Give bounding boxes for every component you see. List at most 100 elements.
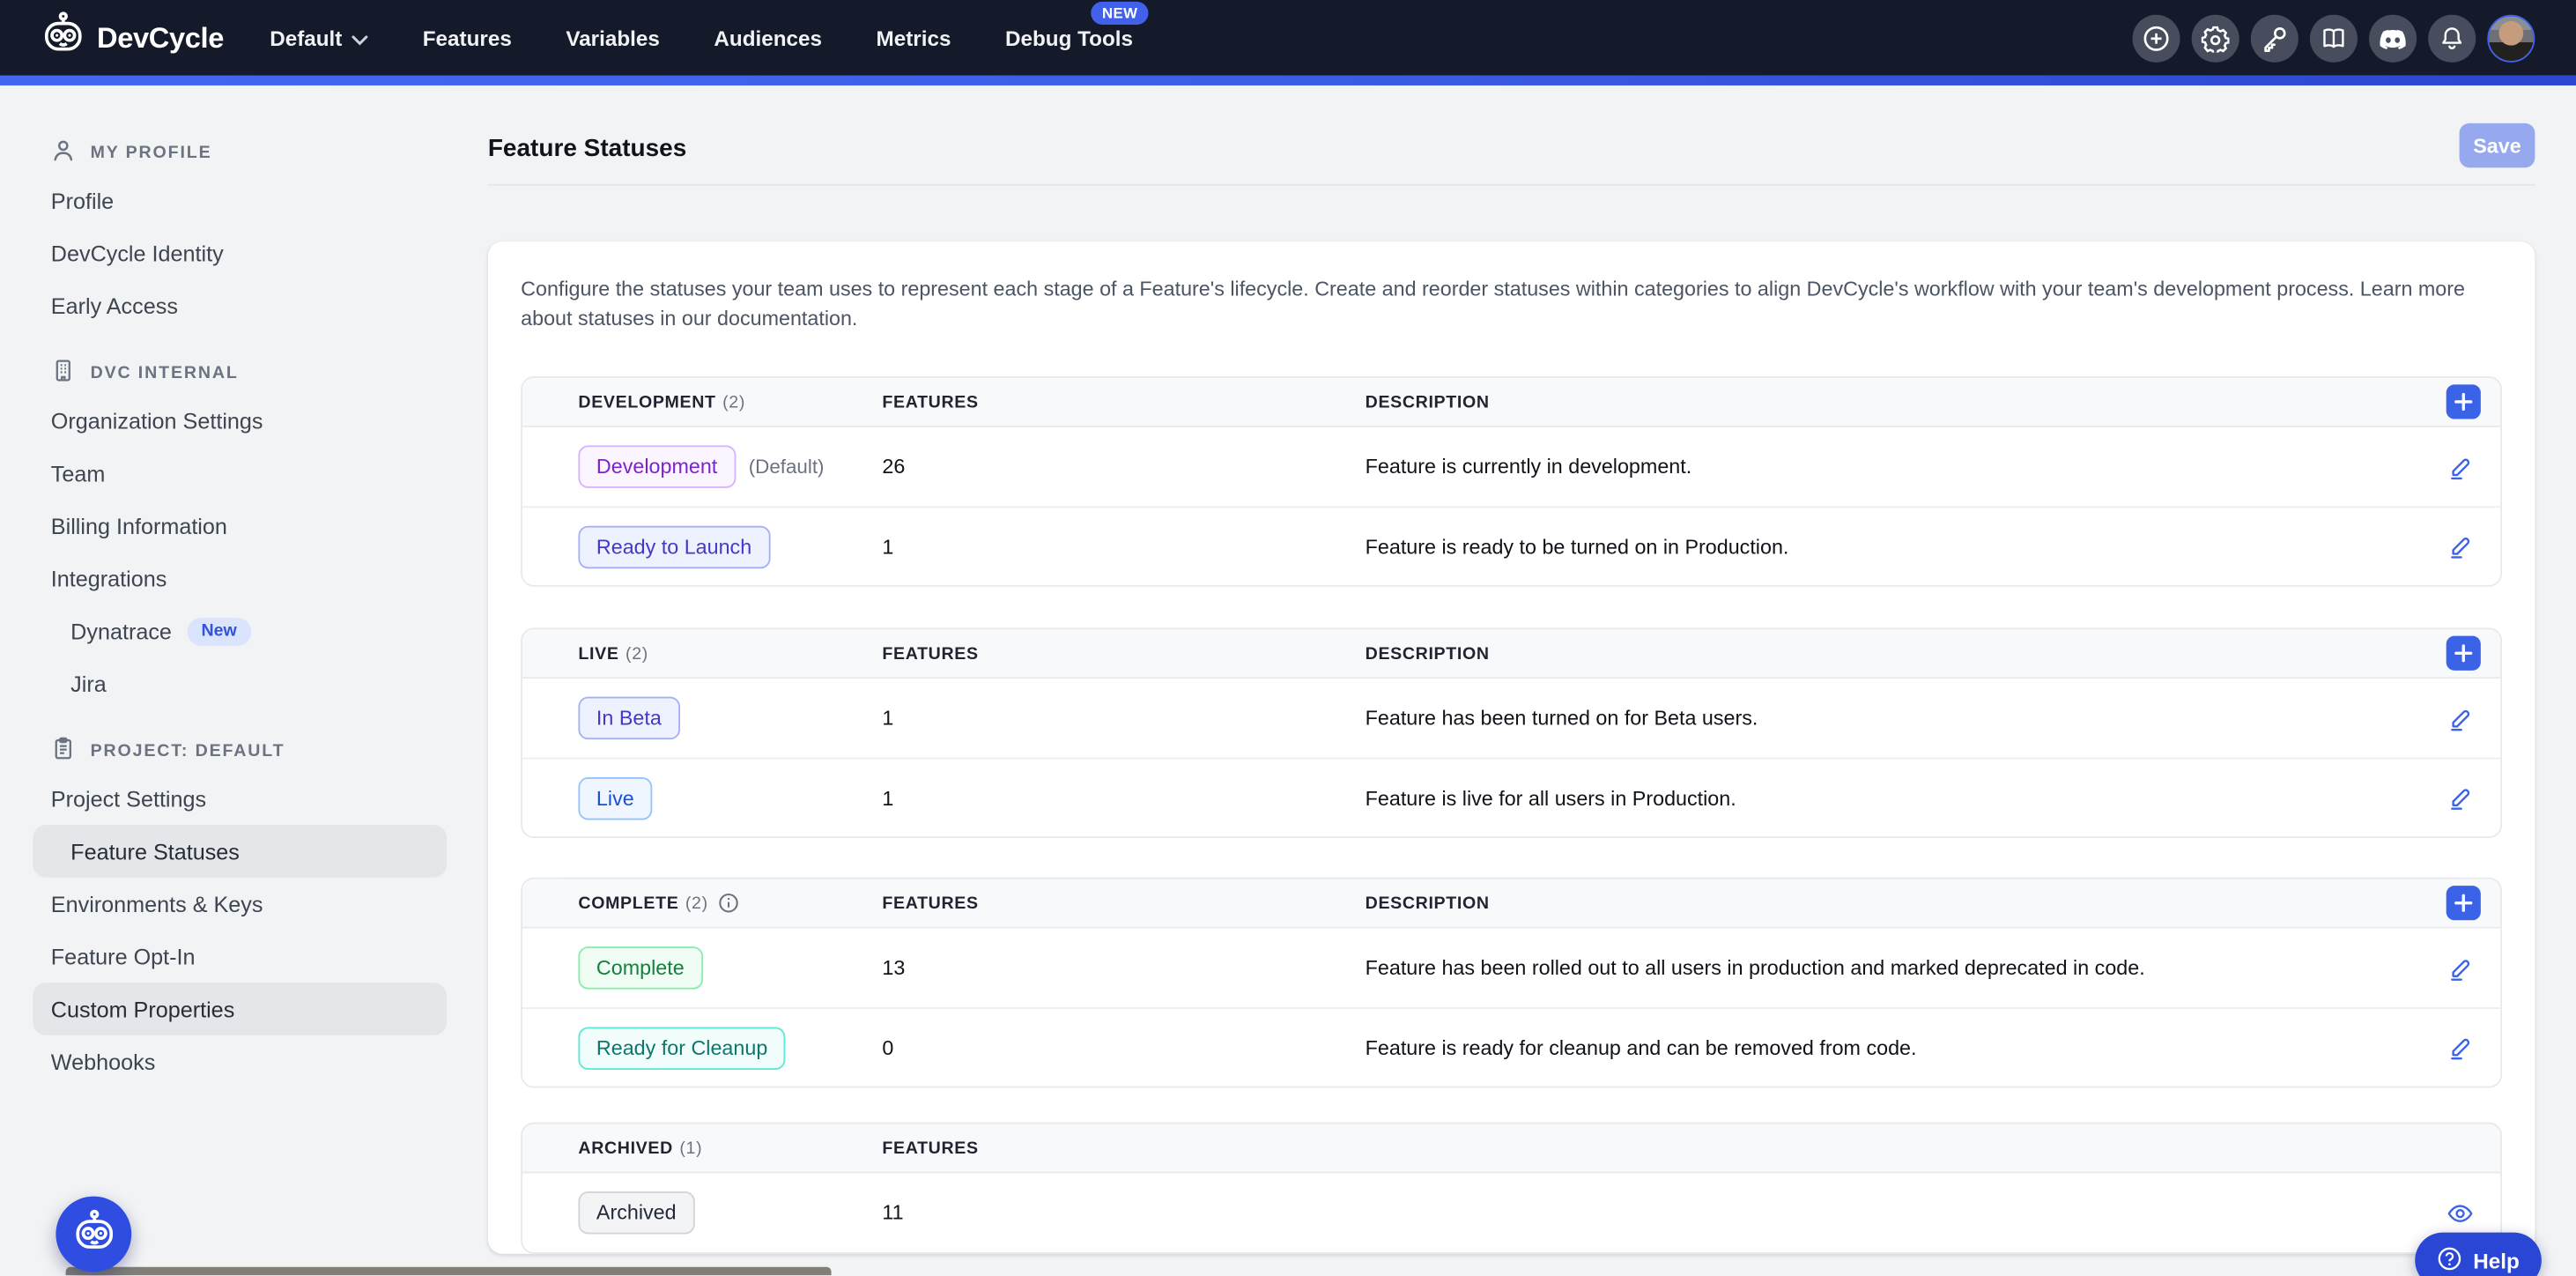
status-description: Feature is ready for cleanup and can be … (1366, 1036, 2409, 1059)
sidebar-item-project-settings[interactable]: Project Settings (33, 772, 447, 825)
development-table: DEVELOPMENT(2) FEATURES DESCRIPTION Deve… (521, 376, 2502, 587)
archived-table: ARCHIVED(1) FEATURES Archived 11 (521, 1123, 2502, 1254)
features-column-header: FEATURES (882, 894, 1365, 913)
category-name: COMPLETE (578, 894, 678, 913)
status-pill[interactable]: Complete (578, 946, 702, 989)
sidebar-section-my-profile: MY PROFILE (51, 131, 460, 174)
edit-status-button[interactable] (2438, 776, 2480, 819)
status-pill[interactable]: Archived (578, 1191, 694, 1234)
chevron-down-icon (352, 26, 369, 50)
status-row-in-beta: In Beta 1 Feature has been turned on for… (522, 679, 2500, 758)
new-badge: NEW (1091, 1, 1149, 24)
title-divider (488, 184, 2535, 186)
card-description: Configure the statuses your team uses to… (521, 274, 2492, 333)
feature-count: 1 (882, 786, 1365, 809)
edit-status-button[interactable] (2438, 946, 2480, 989)
clipboard-icon (51, 736, 76, 766)
table-header: DEVELOPMENT(2) FEATURES DESCRIPTION (522, 378, 2500, 427)
status-description: Feature has been rolled out to all users… (1366, 956, 2409, 979)
feature-count: 11 (882, 1201, 1365, 1224)
sidebar-item-team[interactable]: Team (33, 447, 447, 500)
edit-status-button[interactable] (2438, 525, 2480, 568)
status-pill[interactable]: In Beta (578, 697, 679, 739)
sidebar-item-label: Dynatrace (70, 619, 172, 643)
key-icon[interactable] (2251, 14, 2298, 62)
category-count: (2) (722, 392, 745, 412)
complete-table: COMPLETE (2) FEATURES DESCRIPTION Comple… (521, 878, 2502, 1088)
feature-count: 13 (882, 956, 1365, 979)
nav-item-variables[interactable]: Variables (566, 26, 659, 50)
devcycle-logo[interactable]: DevCycle (41, 11, 224, 64)
sidebar-item-organization-settings[interactable]: Organization Settings (33, 395, 447, 448)
category-count: (2) (625, 643, 648, 663)
page-title: Feature Statuses (488, 135, 686, 163)
gear-icon[interactable] (2192, 14, 2239, 62)
status-row-ready-to-launch: Ready to Launch 1 Feature is ready to be… (522, 506, 2500, 585)
table-header: LIVE(2) FEATURES DESCRIPTION (522, 629, 2500, 679)
nav-item-debug-tools[interactable]: Debug Tools NEW (1005, 26, 1133, 50)
sidebar-item-jira[interactable]: Jira (33, 657, 447, 710)
status-description: Feature is live for all users in Product… (1366, 786, 2409, 809)
devcycle-robot-icon (41, 11, 85, 64)
book-icon[interactable] (2310, 14, 2358, 62)
bell-icon[interactable] (2428, 14, 2476, 62)
sidebar-item-devcycle-identity[interactable]: DevCycle Identity (33, 226, 447, 279)
sidebar-item-early-access[interactable]: Early Access (33, 279, 447, 332)
description-column-header: DESCRIPTION (1366, 392, 2409, 412)
status-pill[interactable]: Development (578, 445, 735, 487)
status-pill[interactable]: Ready to Launch (578, 525, 769, 568)
default-label: (Default) (749, 456, 825, 478)
feature-count: 0 (882, 1036, 1365, 1059)
save-button[interactable]: Save (2460, 123, 2535, 167)
add-status-button[interactable] (2446, 886, 2481, 920)
features-column-header: FEATURES (882, 1138, 1365, 1157)
sidebar-item-webhooks[interactable]: Webhooks (33, 1035, 447, 1088)
nav-item-audiences[interactable]: Audiences (714, 26, 822, 50)
brand-name: DevCycle (97, 20, 224, 55)
status-description: Feature is currently in development. (1366, 456, 2409, 478)
add-status-button[interactable] (2446, 636, 2481, 671)
feature-count: 1 (882, 535, 1365, 558)
sidebar-section-dvc-internal: DVC INTERNAL (51, 352, 460, 394)
add-status-button[interactable] (2446, 384, 2481, 419)
edit-status-button[interactable] (2438, 1027, 2480, 1069)
help-label: Help (2473, 1248, 2520, 1272)
view-status-button[interactable] (2438, 1191, 2480, 1234)
status-row-development: Development (Default) 26 Feature is curr… (522, 427, 2500, 507)
new-badge: New (187, 617, 252, 645)
devcycle-app: DevCycle Default Features Variables Audi… (0, 0, 2576, 1275)
live-table: LIVE(2) FEATURES DESCRIPTION In Beta 1 F… (521, 627, 2502, 838)
sidebar-item-feature-statuses[interactable]: Feature Statuses (33, 825, 447, 878)
org-selector-dropdown[interactable]: Default (270, 26, 368, 50)
sidebar-item-dynatrace[interactable]: Dynatrace New (33, 605, 447, 657)
sidebar-item-custom-properties[interactable]: Custom Properties (33, 983, 447, 1035)
discord-icon[interactable] (2369, 14, 2417, 62)
status-pill[interactable]: Live (578, 776, 652, 819)
status-row-ready-for-cleanup: Ready for Cleanup 0 Feature is ready for… (522, 1007, 2500, 1087)
bottom-edge-bar (66, 1267, 832, 1275)
user-icon (51, 138, 76, 168)
sidebar-item-profile[interactable]: Profile (33, 174, 447, 227)
status-row-complete: Complete 13 Feature has been rolled out … (522, 929, 2500, 1008)
feature-count: 26 (882, 456, 1365, 478)
description-column-header: DESCRIPTION (1366, 894, 2409, 913)
status-pill[interactable]: Ready for Cleanup (578, 1027, 785, 1069)
devcycle-assistant-button[interactable] (56, 1197, 131, 1272)
category-name: ARCHIVED (578, 1138, 672, 1157)
edit-status-button[interactable] (2438, 445, 2480, 487)
plus-circle-icon[interactable] (2133, 14, 2180, 62)
navbar-right-icons (2133, 14, 2535, 62)
nav-item-features[interactable]: Features (423, 26, 512, 50)
nav-item-debug-tools-label: Debug Tools (1005, 26, 1133, 50)
question-circle-icon (2437, 1245, 2463, 1276)
info-icon[interactable] (718, 893, 739, 914)
settings-sidebar: MY PROFILE Profile DevCycle Identity Ear… (0, 85, 460, 1275)
help-button[interactable]: Help (2415, 1233, 2542, 1276)
sidebar-item-environments-keys[interactable]: Environments & Keys (33, 878, 447, 931)
sidebar-item-feature-opt-in[interactable]: Feature Opt-In (33, 930, 447, 983)
user-avatar[interactable] (2487, 14, 2535, 62)
edit-status-button[interactable] (2438, 697, 2480, 739)
sidebar-item-billing-information[interactable]: Billing Information (33, 500, 447, 553)
sidebar-item-integrations[interactable]: Integrations (33, 553, 447, 605)
nav-item-metrics[interactable]: Metrics (877, 26, 951, 50)
